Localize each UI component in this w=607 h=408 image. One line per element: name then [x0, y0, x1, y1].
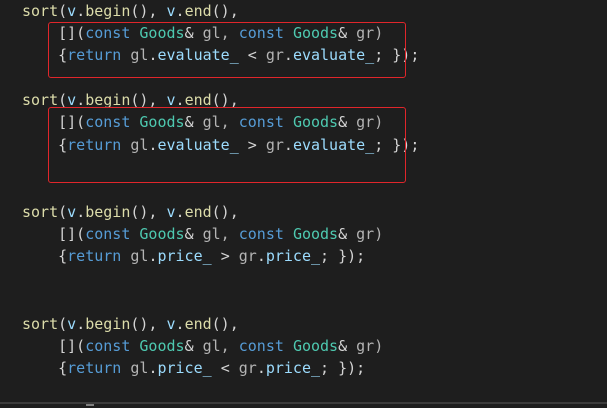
code-line: sort(v.begin(), v.end(), — [22, 2, 239, 20]
code-line: [](const Goods& gl, const Goods& gr) — [58, 337, 384, 355]
code-line: sort(v.begin(), v.end(), — [22, 315, 239, 333]
code-line: [](const Goods& gl, const Goods& gr) — [58, 225, 384, 243]
code-line: sort(v.begin(), v.end(), — [22, 203, 239, 221]
scroll-thumb[interactable] — [86, 404, 94, 406]
code-editor[interactable]: sort(v.begin(), v.end(), [](const Goods&… — [0, 0, 607, 408]
code-line: {return gl.price_ > gr.price_; }); — [58, 247, 366, 265]
sort-function: sort — [22, 203, 59, 221]
sort-function: sort — [22, 315, 59, 333]
highlight-box-2 — [48, 107, 406, 183]
highlight-box-1 — [48, 22, 406, 78]
code-line: {return gl.price_ < gr.price_; }); — [58, 359, 366, 377]
sort-function: sort — [22, 2, 59, 20]
